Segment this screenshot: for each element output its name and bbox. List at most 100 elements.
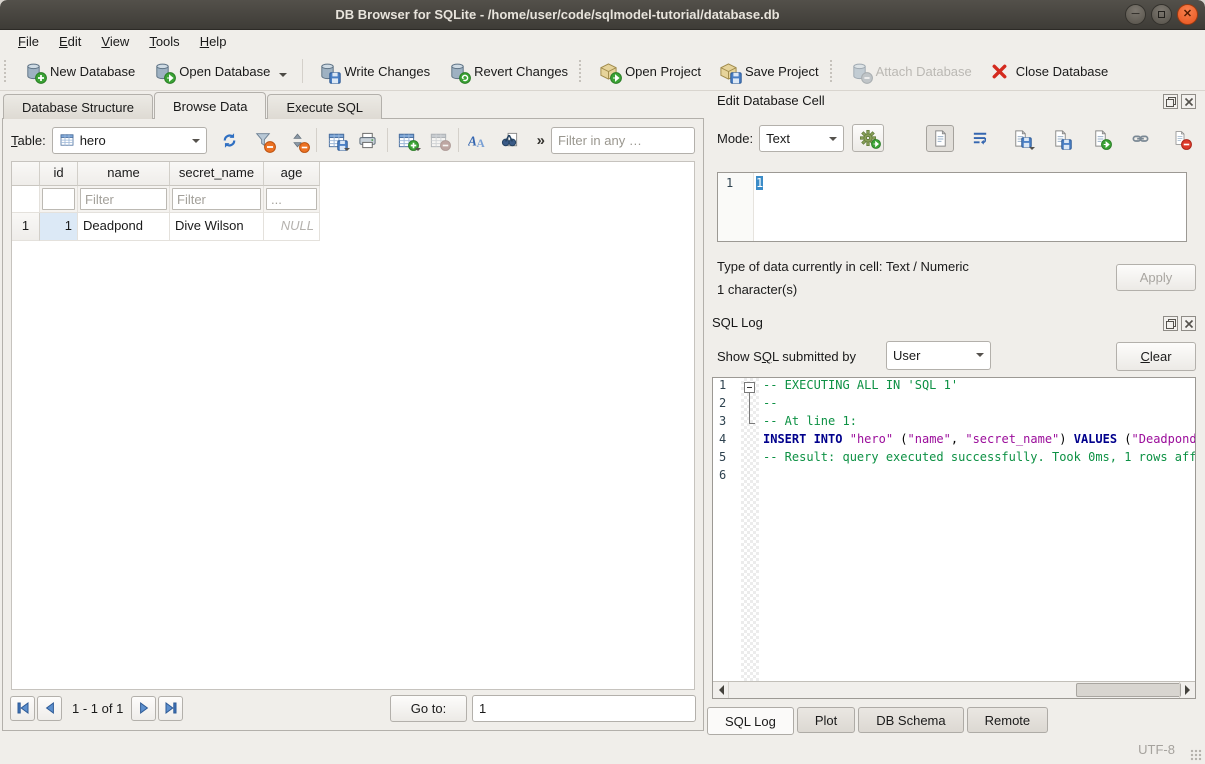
row-header[interactable]: 1 bbox=[12, 213, 40, 241]
column-header-age[interactable]: age bbox=[264, 162, 320, 186]
open-in-external-button[interactable] bbox=[1086, 125, 1114, 152]
dock-tab-plot[interactable]: Plot bbox=[797, 707, 855, 733]
menu-item-tools[interactable]: Tools bbox=[139, 32, 189, 51]
first-record-button[interactable] bbox=[10, 696, 35, 721]
write-changes-icon bbox=[318, 62, 337, 81]
cell-name[interactable]: Deadpond bbox=[78, 213, 170, 241]
dock-tab-remote[interactable]: Remote bbox=[967, 707, 1049, 733]
sql-log-close-button[interactable] bbox=[1181, 316, 1196, 331]
export-table-button[interactable] bbox=[323, 127, 349, 153]
tab-database-structure[interactable]: Database Structure bbox=[3, 94, 153, 119]
word-wrap-button[interactable] bbox=[966, 125, 994, 152]
menu-item-view[interactable]: View bbox=[91, 32, 139, 51]
scroll-right-button[interactable] bbox=[1179, 682, 1195, 698]
toolbar-drag-handle[interactable] bbox=[830, 60, 837, 82]
close-database-button[interactable]: Close Database bbox=[981, 58, 1118, 85]
toolbar-overflow-chevron[interactable]: » bbox=[537, 132, 545, 149]
data-grid: idnamesecret_nameage11DeadpondDive Wilso… bbox=[11, 161, 695, 690]
import-cell-data-button[interactable] bbox=[1006, 125, 1034, 152]
refresh-button[interactable] bbox=[217, 127, 243, 153]
column-header-secret_name[interactable]: secret_name bbox=[170, 162, 264, 186]
encoding-indicator: UTF-8 bbox=[1138, 742, 1175, 757]
attach-database-icon bbox=[850, 62, 869, 81]
edit-cell-toolbar: Mode: Text bbox=[717, 124, 1205, 152]
sql-log-line: 5-- Result: query executed successfully.… bbox=[713, 450, 1195, 468]
scrollbar-thumb[interactable] bbox=[1076, 683, 1181, 697]
fold-collapse-icon[interactable] bbox=[744, 382, 755, 393]
cell-value-editor[interactable]: 1 1 bbox=[717, 172, 1187, 242]
dock-tab-sql-log[interactable]: SQL Log bbox=[707, 707, 794, 735]
filter-input-name[interactable] bbox=[80, 188, 167, 210]
menu-item-help[interactable]: Help bbox=[190, 32, 237, 51]
clear-filters-button[interactable] bbox=[250, 127, 276, 153]
new-database-button[interactable]: New Database bbox=[15, 58, 144, 85]
scroll-left-button[interactable] bbox=[713, 682, 729, 698]
edit-cell-float-button[interactable] bbox=[1163, 94, 1178, 109]
dock-tab-db-schema[interactable]: DB Schema bbox=[858, 707, 963, 733]
last-record-button[interactable] bbox=[158, 696, 183, 721]
filter-input-secret_name[interactable] bbox=[172, 188, 261, 210]
goto-button[interactable]: Go to: bbox=[390, 695, 467, 722]
sql-log-line: 2-- bbox=[713, 396, 1195, 414]
edit-cell-close-button[interactable] bbox=[1181, 94, 1196, 109]
column-header-name[interactable]: name bbox=[78, 162, 170, 186]
set-null-button[interactable] bbox=[1166, 125, 1194, 152]
save-project-button[interactable]: Save Project bbox=[710, 58, 828, 85]
cell-editor-line-number: 1 bbox=[718, 173, 754, 241]
write-changes-button[interactable]: Write Changes bbox=[309, 58, 439, 85]
filter-any-column-input[interactable] bbox=[551, 127, 695, 154]
sql-log-float-button[interactable] bbox=[1163, 316, 1178, 331]
print-table-button[interactable] bbox=[355, 127, 381, 153]
maximize-button[interactable] bbox=[1151, 4, 1172, 25]
toolbar-drag-handle[interactable] bbox=[579, 60, 586, 82]
tab-execute-sql[interactable]: Execute SQL bbox=[267, 94, 382, 119]
sql-log-hscrollbar[interactable] bbox=[713, 681, 1195, 698]
chevron-down-icon bbox=[192, 139, 200, 147]
link-data-button[interactable] bbox=[1126, 125, 1154, 152]
table-select[interactable]: hero bbox=[52, 127, 207, 154]
revert-changes-button[interactable]: Revert Changes bbox=[439, 58, 577, 85]
insert-record-button[interactable] bbox=[394, 127, 420, 153]
close-button[interactable]: ✕ bbox=[1177, 4, 1198, 25]
filter-input-age[interactable] bbox=[266, 188, 317, 210]
tab-browse-data[interactable]: Browse Data bbox=[154, 92, 266, 119]
next-record-button[interactable] bbox=[131, 696, 156, 721]
cell-char-count: 1 character(s) bbox=[717, 282, 797, 297]
minimize-button[interactable]: ─ bbox=[1125, 4, 1146, 25]
sql-log-view: 1-- EXECUTING ALL IN 'SQL 1'2--3-- At li… bbox=[712, 377, 1196, 699]
clear-log-button[interactable]: Clear bbox=[1116, 342, 1196, 371]
chevron-down-icon bbox=[415, 148, 421, 154]
resize-grip[interactable] bbox=[1190, 749, 1202, 761]
cell-secret_name[interactable]: Dive Wilson bbox=[170, 213, 264, 241]
maximize-icon bbox=[1158, 11, 1165, 18]
mode-label: Mode: bbox=[717, 131, 753, 146]
record-range-text: 1 - 1 of 1 bbox=[72, 701, 123, 716]
open-project-button[interactable]: Open Project bbox=[590, 58, 710, 85]
menu-item-file[interactable]: File bbox=[8, 32, 49, 51]
previous-record-button[interactable] bbox=[37, 696, 62, 721]
open-database-dropdown-caret[interactable] bbox=[279, 73, 287, 81]
close-database-icon bbox=[990, 62, 1009, 81]
filter-input-id[interactable] bbox=[42, 188, 75, 210]
mode-select[interactable]: Text bbox=[759, 125, 844, 152]
show-sql-select[interactable]: User bbox=[886, 341, 991, 370]
find-in-table-button[interactable] bbox=[497, 127, 523, 153]
toolbar-drag-handle[interactable] bbox=[4, 60, 11, 82]
text-view-button[interactable] bbox=[926, 125, 954, 152]
line-number: 6 bbox=[713, 468, 741, 486]
open-database-button[interactable]: Open Database bbox=[144, 57, 296, 85]
export-cell-data-button[interactable] bbox=[1046, 125, 1074, 152]
cell-age[interactable]: NULL bbox=[264, 213, 320, 241]
sql-log-line: 4INSERT INTO "hero" ("name", "secret_nam… bbox=[713, 432, 1195, 450]
font-settings-button[interactable] bbox=[465, 127, 491, 153]
cell-id[interactable]: 1 bbox=[40, 213, 78, 241]
dock-tab-bar: SQL LogPlotDB SchemaRemote bbox=[707, 707, 1051, 735]
apply-button: Apply bbox=[1116, 264, 1196, 291]
grid-corner bbox=[12, 162, 40, 186]
revert-changes-icon bbox=[448, 62, 467, 81]
menu-item-edit[interactable]: Edit bbox=[49, 32, 91, 51]
auto-apply-button[interactable] bbox=[852, 124, 884, 152]
goto-record-input[interactable] bbox=[472, 695, 696, 722]
column-header-id[interactable]: id bbox=[40, 162, 78, 186]
clear-sorting-button[interactable] bbox=[284, 127, 310, 153]
